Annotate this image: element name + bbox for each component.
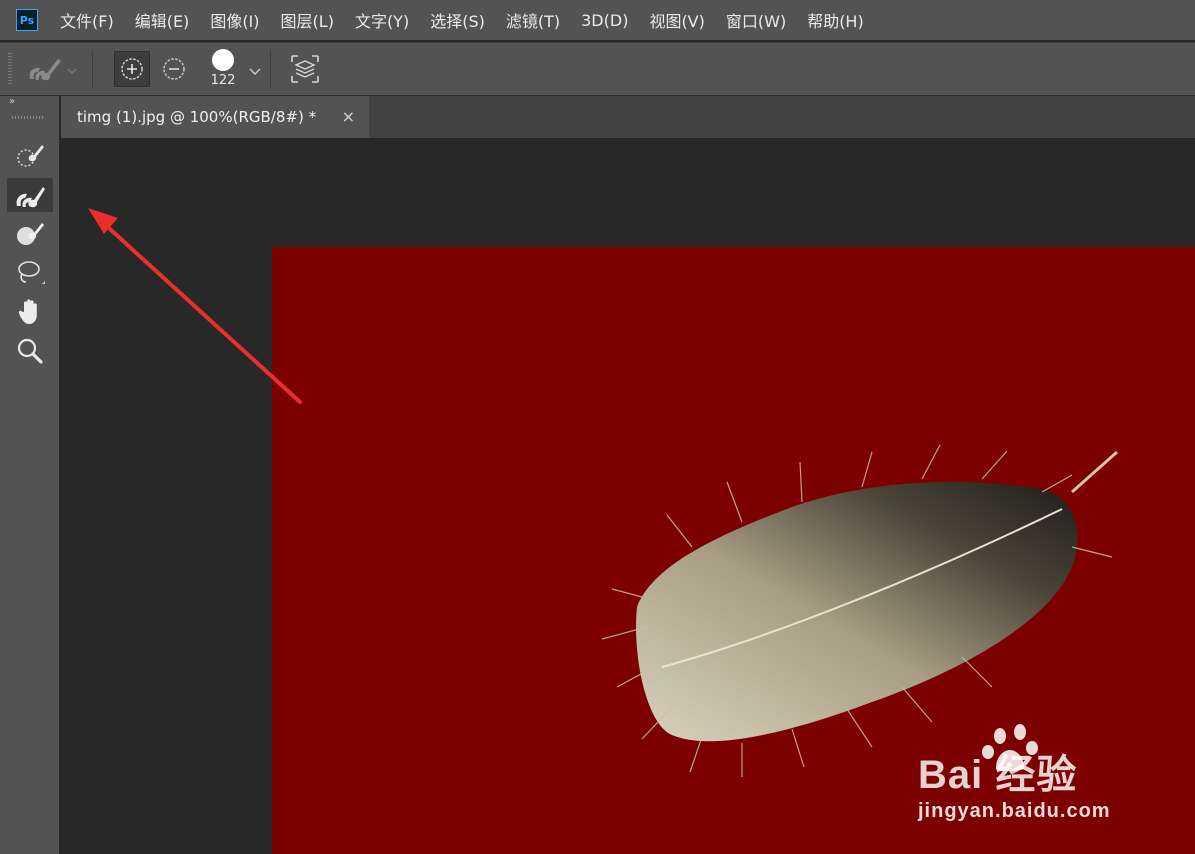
options-bar: 122	[0, 42, 1195, 96]
menu-bar: Ps 文件(F) 编辑(E) 图像(I) 图层(L) 文字(Y) 选择(S) 滤…	[0, 0, 1195, 40]
refine-brush-tool[interactable]	[7, 178, 53, 212]
lasso-icon	[18, 261, 45, 284]
subtract-from-selection-icon[interactable]	[161, 56, 187, 86]
menu-3d[interactable]: 3D(D)	[581, 11, 628, 30]
menu-window[interactable]: 窗口(W)	[726, 8, 786, 32]
lasso-tool[interactable]	[7, 256, 53, 290]
menu-type[interactable]: 文字(Y)	[355, 8, 409, 32]
quick-selection-preset-icon[interactable]	[24, 55, 80, 89]
watermark-url: jingyan.baidu.com	[918, 800, 1111, 822]
watermark-brand: Bai 经验	[918, 753, 1078, 797]
close-icon[interactable]: ×	[342, 107, 355, 126]
hand-icon	[18, 299, 37, 324]
quick-selection-tool[interactable]	[7, 139, 53, 173]
brush-size-value: 122	[210, 73, 236, 88]
select-all-layers-icon[interactable]	[289, 53, 321, 89]
hand-tool[interactable]	[7, 295, 53, 329]
options-separator	[92, 51, 93, 87]
expand-panel-icon[interactable]: ››	[9, 96, 15, 107]
document-tab-bar: timg (1).jpg @ 100%(RGB/8#) * ×	[61, 96, 1195, 138]
document-tab-title: timg (1).jpg @ 100%(RGB/8#) *	[77, 108, 317, 126]
brush-size-dropdown-icon[interactable]	[248, 62, 262, 81]
menu-edit[interactable]: 编辑(E)	[135, 8, 190, 32]
zoom-tool[interactable]	[7, 334, 53, 368]
refine-edge-brush-icon	[16, 187, 45, 208]
menu-filter[interactable]: 滤镜(T)	[506, 8, 560, 32]
menu-help[interactable]: 帮助(H)	[807, 8, 864, 32]
photoshop-logo: Ps	[16, 9, 38, 31]
document-tab[interactable]: timg (1).jpg @ 100%(RGB/8#) * ×	[61, 96, 369, 138]
quick-selection-icon	[17, 145, 44, 167]
magnifier-icon	[17, 338, 43, 364]
options-grip	[8, 53, 12, 85]
brush-size-picker[interactable]: 122	[210, 48, 236, 92]
menu-select[interactable]: 选择(S)	[430, 8, 485, 32]
menu-view[interactable]: 视图(V)	[649, 8, 704, 32]
brush-tool[interactable]	[7, 217, 53, 251]
brush-icon	[17, 223, 44, 245]
menu-layer[interactable]: 图层(L)	[281, 8, 334, 32]
menu-file[interactable]: 文件(F)	[60, 8, 114, 32]
add-to-selection-icon[interactable]	[114, 51, 150, 87]
brush-tip-icon	[212, 49, 234, 71]
toolbar-grip	[12, 116, 44, 119]
options-separator	[270, 51, 271, 87]
menu-image[interactable]: 图像(I)	[210, 8, 259, 32]
